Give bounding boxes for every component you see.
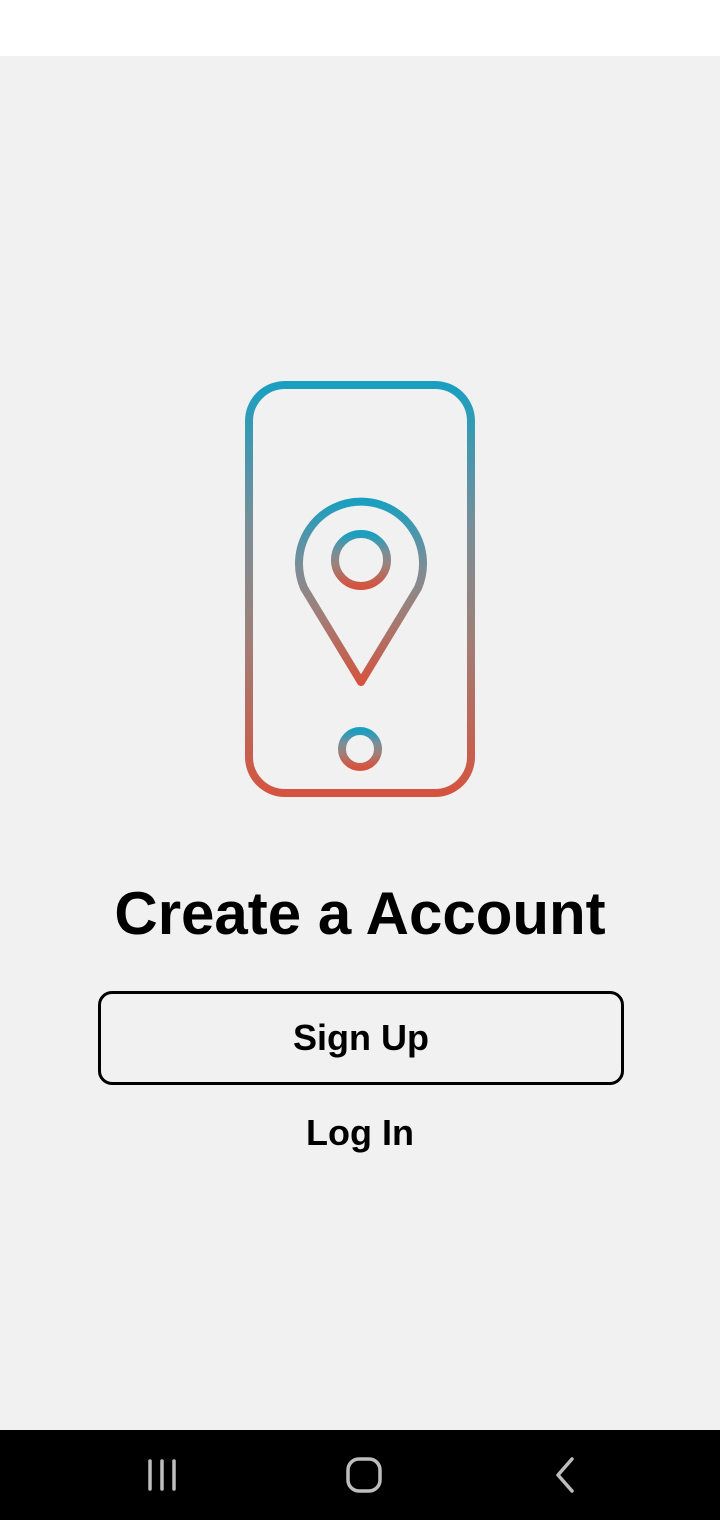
page-title: Create a Account (114, 880, 606, 947)
log-in-link[interactable]: Log In (260, 1108, 460, 1158)
status-bar (0, 0, 720, 56)
sign-up-button[interactable]: Sign Up (98, 991, 624, 1085)
welcome-screen: Create a Account Sign Up Log In (0, 56, 720, 1430)
system-nav-bar (0, 1430, 720, 1520)
home-icon[interactable] (334, 1450, 394, 1500)
back-icon[interactable] (536, 1450, 596, 1500)
recents-icon[interactable] (132, 1450, 192, 1500)
phone-location-pin-icon (244, 380, 476, 798)
